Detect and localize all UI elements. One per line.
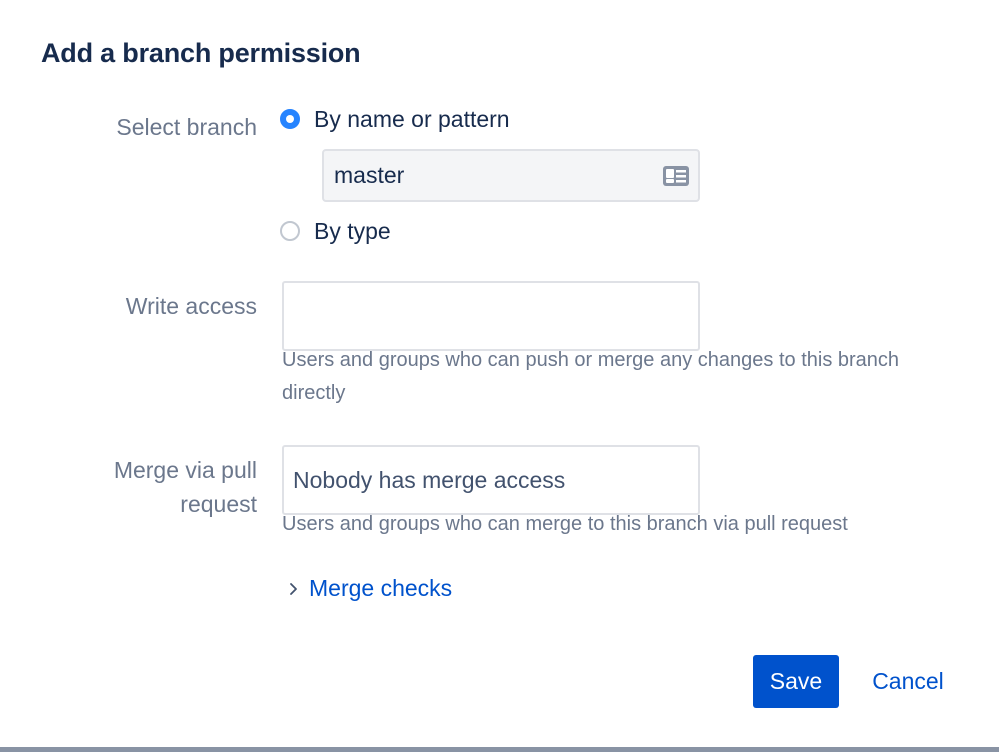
select-branch-label: Select branch [116, 114, 257, 140]
merge-checks-label: Merge checks [309, 575, 453, 601]
cancel-button[interactable]: Cancel [860, 655, 956, 708]
write-access-help: Users and groups who can push or merge a… [282, 349, 900, 404]
merge-via-pr-help: Users and groups who can merge to this b… [282, 513, 848, 535]
radio-label-by-type: By type [314, 217, 391, 244]
radio-button-checked[interactable] [280, 109, 300, 129]
radio-by-type[interactable]: By type [280, 216, 391, 246]
radio-button-unchecked[interactable] [280, 221, 300, 241]
dialog-title: Add a branch permission [41, 38, 361, 68]
merge-checks-expander[interactable]: Merge checks [289, 575, 452, 602]
merge-via-pr-label-line1: Merge via pull [113, 457, 257, 483]
write-access-label: Write access [125, 293, 257, 319]
radio-by-name-or-pattern[interactable]: By name or pattern [280, 104, 510, 134]
write-access-input[interactable] [282, 281, 700, 351]
add-branch-permission-dialog: Add a branch permission Select branch By… [0, 0, 999, 752]
branch-pattern-value: master [334, 162, 405, 188]
merge-via-pr-value: Nobody has merge access [293, 466, 566, 493]
id-card-icon[interactable] [662, 165, 690, 187]
radio-label-by-name-or-pattern: By name or pattern [314, 105, 510, 132]
merge-via-pr-label-line2: request [180, 491, 257, 517]
branch-pattern-input[interactable]: master [322, 149, 700, 202]
save-button[interactable]: Save [753, 655, 839, 708]
chevron-right-icon [290, 582, 297, 595]
merge-via-pr-input[interactable]: Nobody has merge access [282, 445, 700, 515]
